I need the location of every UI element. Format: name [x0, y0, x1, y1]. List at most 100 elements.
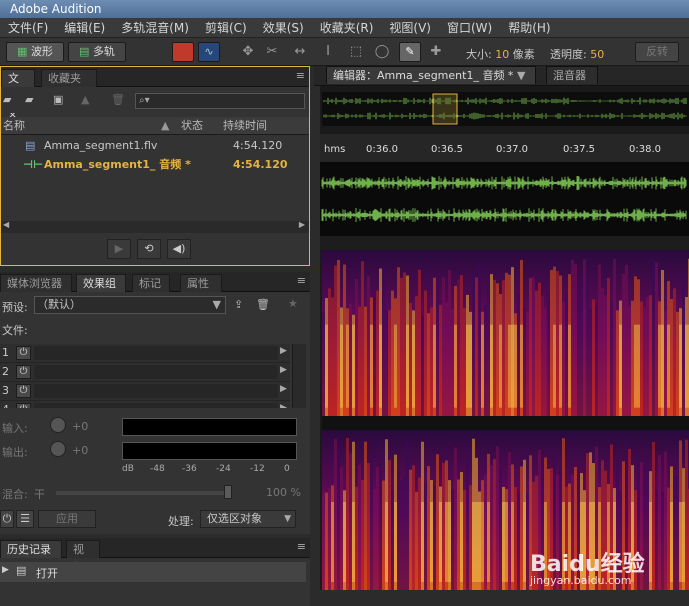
- history-item[interactable]: ▶ ▤ 打开: [0, 562, 306, 582]
- new-file-icon[interactable]: ▣: [53, 93, 63, 106]
- tab-favorites[interactable]: 收藏夹: [41, 69, 97, 87]
- menu-favorites[interactable]: 收藏夹(R): [312, 18, 382, 38]
- open-folder-icon[interactable]: ▰: [3, 93, 11, 106]
- tab-properties[interactable]: 属性: [180, 274, 222, 292]
- file-label: 文件:: [2, 324, 28, 337]
- menu-clip[interactable]: 剪辑(C): [197, 18, 255, 38]
- chevron-down-icon: ▼: [284, 514, 291, 524]
- horizontal-scrollbar[interactable]: ◀ ▶: [1, 220, 309, 233]
- menu-file[interactable]: 文件(F): [0, 18, 56, 38]
- file-row[interactable]: ▤ Amma_segment1.flv 4:54.120: [1, 137, 309, 155]
- marquee-tool-icon[interactable]: ⬚: [346, 42, 366, 62]
- spectral-display-button[interactable]: [172, 42, 194, 62]
- preset-dropdown[interactable]: （默认） ▼: [34, 296, 226, 314]
- tab-files[interactable]: 文件 ×: [1, 69, 35, 121]
- chevron-down-icon[interactable]: ▼: [517, 67, 525, 85]
- file-row[interactable]: ⊣⊢ Amma_segment1_ 音频 * 4:54.120: [1, 156, 309, 174]
- multitrack-view-button[interactable]: ▤ 多轨: [68, 42, 126, 62]
- title-bar: Adobe Audition: [0, 0, 689, 18]
- menu-multitrack[interactable]: 多轨混音(M): [113, 18, 197, 38]
- menu-view[interactable]: 视图(V): [381, 18, 439, 38]
- effect-slot[interactable]: 1 ⏻ ▶: [0, 344, 290, 363]
- mix-slider-thumb[interactable]: [224, 485, 232, 499]
- lasso-tool-icon[interactable]: ◯: [372, 42, 392, 62]
- auto-play-icon[interactable]: ◀): [167, 239, 191, 259]
- tab-editor[interactable]: 编辑器：Amma_segment1_ 音频 * ▼: [326, 66, 536, 84]
- menu-window[interactable]: 窗口(W): [439, 18, 500, 38]
- size-label: 大小:: [466, 48, 492, 61]
- menu-help[interactable]: 帮助(H): [500, 18, 558, 38]
- tab-mixer[interactable]: 混音器: [546, 66, 598, 84]
- overview-viewport[interactable]: [432, 93, 458, 125]
- size-value[interactable]: 10: [495, 48, 509, 61]
- process-dropdown[interactable]: 仅选区对象 ▼: [200, 510, 296, 528]
- delete-preset-icon[interactable]: 🗑: [256, 298, 270, 311]
- tab-effects-rack[interactable]: 效果组 ×: [76, 274, 126, 308]
- panel-menu-icon[interactable]: ≡: [297, 540, 306, 553]
- tab-history[interactable]: 历史记录 ×: [0, 540, 62, 574]
- editor-tab-label: 编辑器：Amma_segment1_ 音频 *: [333, 69, 514, 82]
- file-name: Amma_segment1.flv: [44, 139, 158, 152]
- mix-percent[interactable]: 100 %: [266, 486, 301, 499]
- apply-button[interactable]: 应用: [38, 510, 96, 528]
- panel-menu-icon[interactable]: ≡: [296, 69, 305, 82]
- overview-strip[interactable]: [322, 92, 689, 126]
- loop-icon[interactable]: ⟲: [137, 239, 161, 259]
- spot-healing-tool-icon[interactable]: ✚: [426, 42, 446, 62]
- save-preset-icon[interactable]: ⇪: [234, 298, 243, 311]
- play-icon[interactable]: ▶: [107, 239, 131, 259]
- sort-asc-icon[interactable]: ▲: [161, 117, 169, 135]
- waveform-view-button[interactable]: ▦ 波形: [6, 42, 64, 62]
- input-label: 输入:: [2, 422, 28, 435]
- preset-value: （默认）: [37, 298, 81, 311]
- play-icon: ▶: [2, 565, 9, 575]
- tab-markers[interactable]: 标记: [132, 274, 170, 292]
- output-gain-knob[interactable]: [50, 441, 66, 457]
- effects-scrollbar[interactable]: [292, 344, 306, 408]
- time-select-tool-icon[interactable]: I: [318, 42, 338, 62]
- razor-tool-icon[interactable]: ✂: [262, 42, 282, 62]
- waveform-display[interactable]: [320, 162, 689, 236]
- tab-video[interactable]: 视频: [66, 540, 100, 574]
- input-value[interactable]: +0: [72, 420, 88, 433]
- list-icon[interactable]: ☰: [16, 510, 34, 528]
- files-tabbar: 文件 × 收藏夹 ≡: [1, 67, 309, 121]
- menu-edit[interactable]: 编辑(E): [56, 18, 113, 38]
- import-icon[interactable]: ▰: [25, 93, 33, 106]
- video-file-icon: ▤: [25, 139, 36, 152]
- tab-media-browser[interactable]: 媒体浏览器: [0, 274, 72, 292]
- files-header: 名称 ▲ 状态 持续时间: [1, 117, 309, 135]
- opacity-label: 透明度:: [550, 48, 587, 61]
- history-panel: 历史记录 × 视频 ≡ ▶ ▤ 打开: [0, 538, 310, 606]
- mix-slider[interactable]: [56, 491, 232, 495]
- power-icon[interactable]: ⏻: [0, 510, 14, 528]
- slip-tool-icon[interactable]: ↔: [290, 42, 310, 62]
- input-gain-knob[interactable]: [50, 417, 66, 433]
- column-duration[interactable]: 持续时间: [223, 117, 267, 135]
- search-input[interactable]: ⌕▾: [135, 93, 305, 109]
- size-unit: 像素: [512, 48, 535, 61]
- history-tabbar: 历史记录 × 视频 ≡: [0, 538, 310, 574]
- time-tick-label: 0:37.0: [496, 144, 528, 155]
- menu-effects[interactable]: 效果(S): [255, 18, 312, 38]
- brush-tool-icon[interactable]: ✎: [399, 42, 421, 62]
- effect-slot[interactable]: 3 ⏻ ▶: [0, 382, 290, 401]
- effect-slot[interactable]: 4⏻▶: [0, 401, 290, 408]
- favorite-star-icon[interactable]: ★: [288, 297, 298, 310]
- waveform-divider: [320, 236, 689, 250]
- move-tool-icon[interactable]: ✥: [238, 42, 258, 62]
- waveform-icon: ▦: [17, 45, 31, 58]
- audio-file-icon: ⊣⊢: [23, 158, 44, 171]
- preset-label: 预设:: [2, 301, 28, 314]
- column-name[interactable]: 名称: [3, 117, 25, 135]
- opacity-value[interactable]: 50: [590, 48, 604, 61]
- toolbar: ▦ 波形 ▤ 多轨 ∿ ✥ ✂ ↔ I ⬚ ◯ ✎ ✚ 大小: 10 像素 透明…: [0, 38, 689, 66]
- column-status[interactable]: 状态: [181, 117, 203, 135]
- invert-button[interactable]: 反转: [635, 42, 679, 62]
- effect-slot[interactable]: 2 ⏻ ▶: [0, 363, 290, 382]
- spectral-divider: [322, 416, 689, 430]
- panel-menu-icon[interactable]: ≡: [297, 274, 306, 287]
- output-value[interactable]: +0: [72, 444, 88, 457]
- pitch-display-button[interactable]: ∿: [198, 42, 220, 62]
- effect-slots: 1⏻▶ 2⏻▶ 3⏻▶ 4⏻▶: [0, 344, 308, 408]
